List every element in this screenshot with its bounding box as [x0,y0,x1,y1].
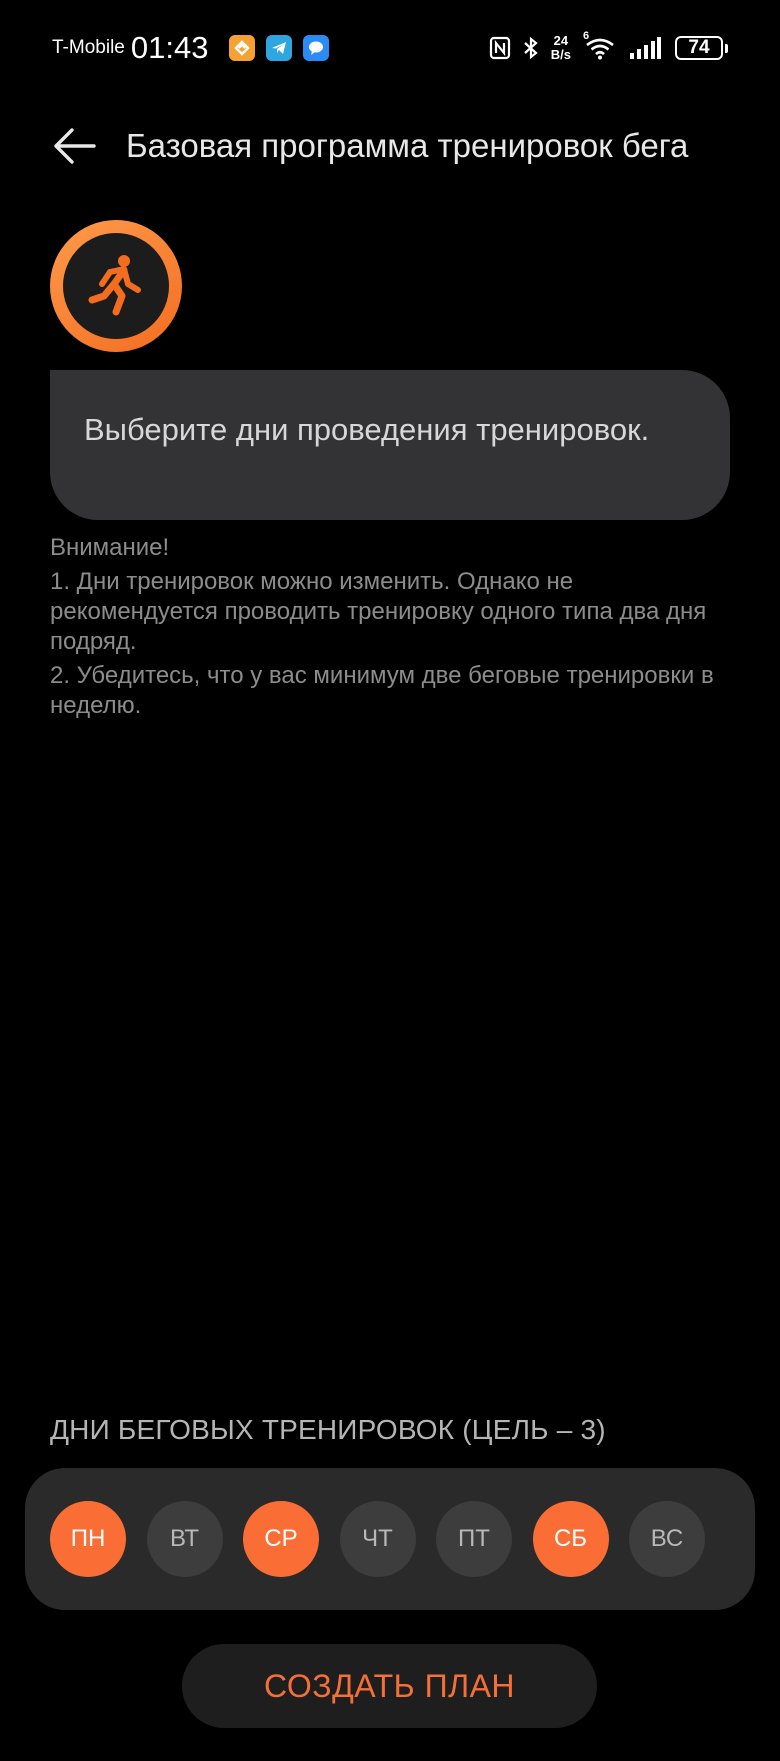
battery-level: 74 [675,36,723,60]
network-speed-value: 24 [553,33,569,48]
notes-heading: Внимание! [50,534,170,561]
status-bar: T-Mobile 01:43 24 B/s 6 74 [52,30,728,66]
messages-icon [303,35,330,61]
prompt-text: Выберите дни проведения тренировок. [84,412,650,447]
status-time: 01:43 [130,30,209,65]
note-item-1: 1. Дни тренировок можно изменить. Однако… [50,568,707,655]
day-chip-wed[interactable]: СР [243,1501,319,1577]
page-title: Базовая программа тренировок бега [126,127,689,164]
notes-section: Внимание! 1. Дни тренировок можно измени… [50,533,740,725]
create-plan-button[interactable]: СОЗДАТЬ ПЛАН [182,1644,597,1728]
status-right: 24 B/s 6 74 [477,30,728,62]
network-speed: 24 B/s [551,34,571,62]
day-chip-sun[interactable]: ВС [629,1501,705,1577]
wifi-icon: 6 [583,30,617,60]
carrier-name: T-Mobile [52,37,125,58]
note-item-2: 2. Убедитесь, что у вас минимум две бего… [50,662,714,719]
day-chip-thu[interactable]: ЧТ [339,1501,416,1577]
wifi-label: 6 [583,30,590,42]
days-selector: ПН ВТ СР ЧТ ПТ СБ ВС [25,1468,755,1610]
signal-icon [629,37,661,59]
arrow-left-icon [54,128,96,164]
battery-indicator: 74 [675,36,728,60]
nfc-icon [489,36,511,60]
back-button[interactable] [52,122,100,170]
app-header: Базовая программа тренировок бега [52,120,760,172]
day-chip-mon[interactable]: ПН [50,1501,126,1577]
battery-tip [725,43,728,53]
day-chip-tue[interactable]: ВТ [146,1501,223,1577]
runner-icon [88,255,141,316]
day-chip-fri[interactable]: ПТ [436,1501,512,1577]
days-section-title: ДНИ БЕГОВЫХ ТРЕНИРОВОК (ЦЕЛЬ – 3) [50,1414,606,1445]
bluetooth-icon [523,36,539,60]
coach-avatar-inner [63,233,169,339]
status-left: T-Mobile 01:43 [52,30,330,66]
orange-app-icon [229,35,256,61]
network-speed-unit: B/s [550,47,571,62]
day-chip-sat[interactable]: СБ [532,1501,609,1577]
telegram-icon [266,35,293,61]
coach-avatar [50,220,182,352]
prompt-bubble: Выберите дни проведения тренировок. [50,370,730,520]
